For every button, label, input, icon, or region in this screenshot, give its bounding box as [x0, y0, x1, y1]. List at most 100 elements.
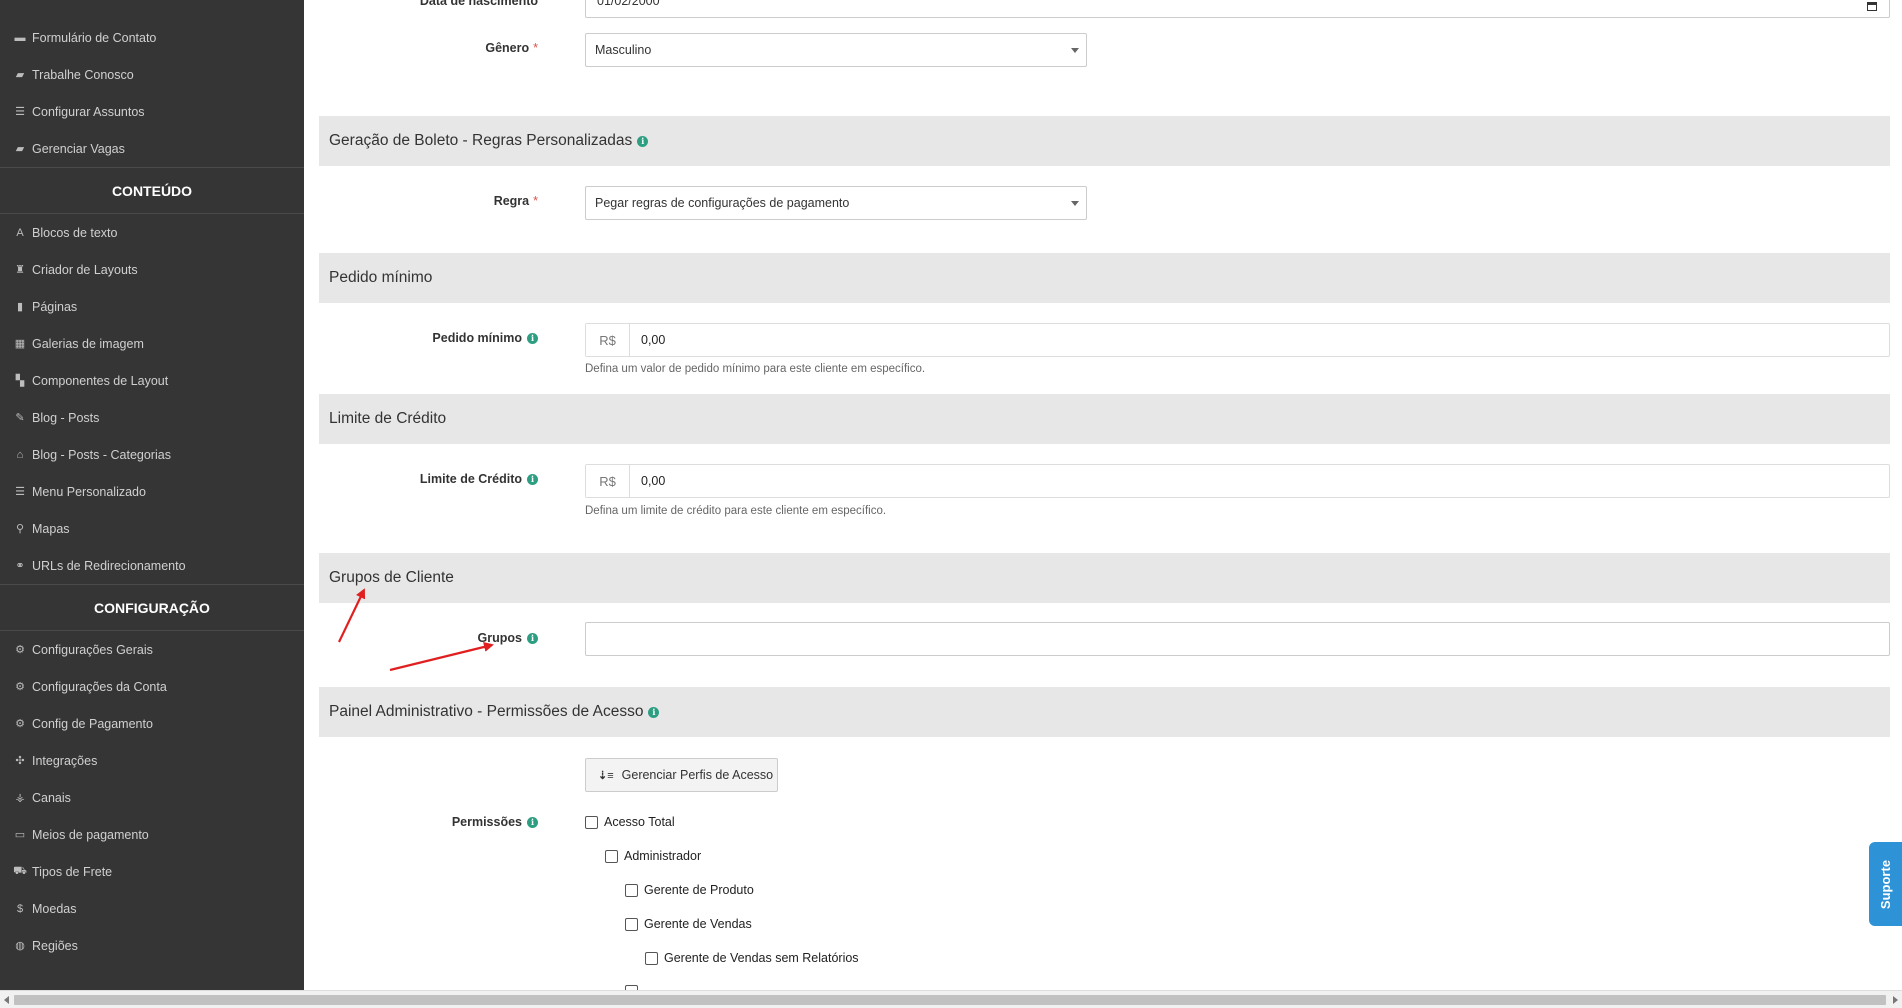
section-admin-permissions: Painel Administrativo - Permissões de Ac… — [319, 687, 1890, 737]
sidebar-item[interactable]: ✎ Blog - Posts — [0, 399, 304, 436]
sidebar-item-label: Páginas — [32, 299, 78, 314]
sidebar-item[interactable]: ⚭ URLs de Redirecionamento — [0, 547, 304, 584]
gear-icon: ⚙ — [15, 644, 25, 656]
gender-select[interactable]: Masculino — [585, 33, 1087, 67]
sidebar-item-label: Configurações Gerais — [32, 642, 153, 657]
puzzle-icon: ✣ — [15, 755, 25, 767]
credit-limit-label: Limite de Crédito i — [420, 472, 538, 486]
sidebar-item[interactable]: $ Moedas — [0, 890, 304, 927]
sidebar-item-label: Trabalhe Conosco — [32, 67, 134, 82]
rule-label: Regra * — [494, 194, 538, 208]
birth-date-input[interactable]: 01/02/2000 — [585, 0, 1890, 18]
permission-option[interactable]: Administrador — [605, 849, 701, 863]
info-icon[interactable]: i — [637, 135, 649, 147]
sidebar-item-label: Meios de pagamento — [32, 827, 149, 842]
scroll-left-icon[interactable] — [4, 996, 9, 1004]
sidebar-item-label: Blog - Posts — [32, 410, 100, 425]
credit-limit-value[interactable]: 0,00 — [630, 465, 1889, 497]
checkbox[interactable] — [625, 917, 638, 931]
sidebar-item[interactable]: ⚙ Configurações da Conta — [0, 668, 304, 705]
credit-limit-help: Defina um limite de crédito para este cl… — [585, 505, 887, 517]
credit-card-icon: ▭ — [14, 829, 26, 841]
sidebar-item[interactable]: ⌂ Blog - Posts - Categorias — [0, 436, 304, 473]
rule-select-value: Pegar regras de configurações de pagamen… — [595, 196, 850, 210]
th-large-icon: ▚ — [15, 375, 25, 387]
sidebar: ▬ Formulário de Contato ▰ Trabalhe Conosco ☰… — [0, 0, 304, 990]
sidebar-item-label: Regiões — [32, 938, 78, 953]
checkbox[interactable] — [605, 849, 618, 863]
sidebar-item[interactable]: ▦ Galerias de imagem — [0, 325, 304, 362]
min-order-value[interactable]: 0,00 — [630, 324, 1889, 356]
sidebar-item-label: Configurações da Conta — [32, 679, 167, 694]
gear-icon: ⚙ — [15, 681, 25, 693]
scroll-right-icon[interactable] — [1893, 996, 1898, 1004]
section-boleto-rules: Geração de Boleto - Regras Personalizada… — [319, 116, 1890, 166]
sidebar-item[interactable]: ⚙ Config de Pagamento — [0, 705, 304, 742]
sidebar-item[interactable]: ✣ Integrações — [0, 742, 304, 779]
sidebar-item[interactable]: ▰ Trabalhe Conosco — [0, 56, 304, 93]
info-icon[interactable]: i — [527, 816, 538, 828]
rule-select[interactable]: Pegar regras de configurações de pagamen… — [585, 186, 1087, 220]
permission-option[interactable]: Gerente de Vendas sem Relatórios — [645, 951, 859, 965]
sidebar-item[interactable]: ▰ Gerenciar Vagas — [0, 130, 304, 167]
file-icon: ▮ — [16, 301, 24, 313]
gender-label-text: Gênero — [485, 41, 530, 55]
permission-option-label: Gerente de Vendas sem Relatórios — [664, 951, 859, 965]
sidebar-item[interactable]: ⚙ Configurações Gerais — [0, 631, 304, 668]
thumbtack-icon: ✎ — [15, 412, 25, 424]
truck-icon: ⛟ — [13, 864, 27, 877]
checkbox[interactable] — [625, 883, 638, 897]
home-icon: ⌂ — [16, 448, 24, 461]
info-icon[interactable]: i — [527, 632, 538, 644]
sidebar-item[interactable]: ⛟ Tipos de Frete — [0, 853, 304, 890]
sidebar-item-label: Galerias de imagem — [32, 336, 144, 351]
min-order-input[interactable]: R$ 0,00 — [585, 323, 1890, 357]
checkbox[interactable] — [645, 951, 658, 965]
info-icon[interactable]: i — [648, 706, 660, 718]
min-order-label-text: Pedido mínimo — [432, 331, 522, 345]
groups-label-text: Grupos — [477, 631, 522, 645]
section-credit-title: Limite de Crédito — [329, 410, 447, 427]
permission-option[interactable]: Gerente de Vendas — [625, 917, 752, 931]
sidebar-item[interactable]: ▭ Meios de pagamento — [0, 816, 304, 853]
birth-date-value: 01/02/2000 — [597, 0, 660, 8]
groups-input[interactable] — [585, 622, 1890, 656]
info-icon[interactable]: i — [527, 473, 538, 485]
sidebar-group-communication: ▬ Formulário de Contato ▰ Trabalhe Conosco ☰… — [0, 19, 304, 167]
currency-prefix: R$ — [586, 465, 630, 497]
sidebar-item-label: Configurar Assuntos — [32, 104, 145, 119]
support-tab[interactable]: Suporte — [1869, 842, 1902, 926]
sidebar-item[interactable]: ◍ Regiões — [0, 927, 304, 964]
manage-access-profiles-button[interactable]: ⇣≡ Gerenciar Perfis de Acesso — [585, 758, 778, 792]
briefcase-icon: ▰ — [15, 69, 25, 81]
sidebar-item[interactable]: ▚ Componentes de Layout — [0, 362, 304, 399]
permission-option[interactable]: Gerente de Produto — [625, 883, 754, 897]
sidebar-item[interactable]: ▮ Páginas — [0, 288, 304, 325]
info-icon[interactable]: i — [527, 332, 538, 344]
scrollbar-thumb[interactable] — [14, 995, 1886, 1005]
sidebar-item-label: Blog - Posts - Categorias — [32, 447, 171, 462]
credit-limit-input[interactable]: R$ 0,00 — [585, 464, 1890, 498]
sidebar-item[interactable]: ⚲ Mapas — [0, 510, 304, 547]
sidebar-item[interactable]: ☰ Configurar Assuntos — [0, 93, 304, 130]
gear-icon: ⚙ — [15, 718, 25, 730]
sidebar-item[interactable]: ⚶ Canais — [0, 779, 304, 816]
list-icon: ☰ — [15, 486, 25, 498]
currency-prefix: R$ — [586, 324, 630, 356]
sidebar-item-label: Canais — [32, 790, 71, 805]
sidebar-item[interactable]: A Blocos de texto — [0, 214, 304, 251]
sidebar-item-label: Integrações — [32, 753, 98, 768]
sidebar-heading-config: CONFIGURAÇÃO — [0, 584, 304, 631]
sidebar-item[interactable]: ▬ Formulário de Contato — [0, 19, 304, 56]
sidebar-item[interactable]: ☰ Menu Personalizado — [0, 473, 304, 510]
calendar-icon[interactable] — [1867, 2, 1877, 11]
checkbox[interactable] — [585, 815, 598, 829]
map-marker-icon: ⚲ — [15, 523, 25, 535]
sidebar-item[interactable]: ♜ Criador de Layouts — [0, 251, 304, 288]
sidebar-group-content: A Blocos de texto ♜ Criador de Layouts ▮ Pági… — [0, 214, 304, 584]
list-icon: ☰ — [15, 106, 25, 118]
min-order-label: Pedido mínimo i — [432, 331, 538, 345]
horizontal-scrollbar[interactable] — [0, 990, 1902, 1008]
gender-select-value: Masculino — [595, 43, 652, 57]
permission-option[interactable]: Acesso Total — [585, 815, 675, 829]
